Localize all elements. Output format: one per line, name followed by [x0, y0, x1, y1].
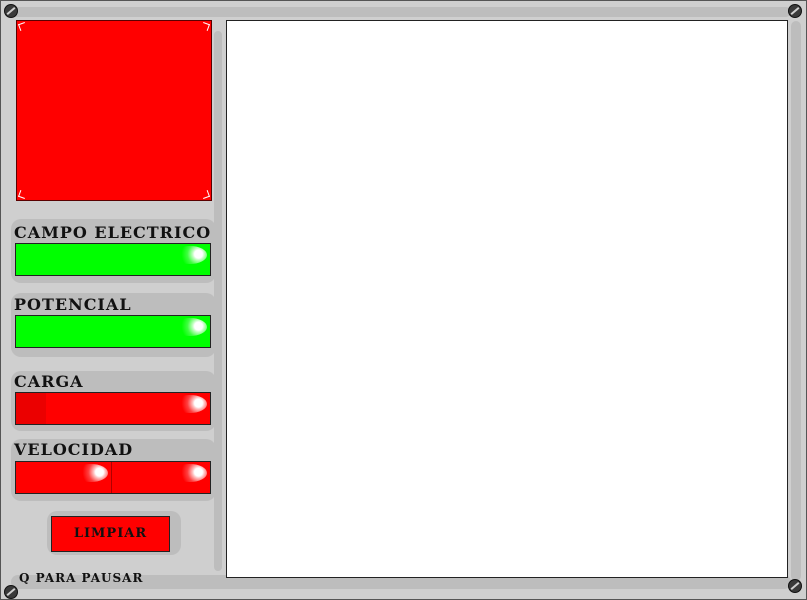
campo-electrico-label: CAMPO ELECTRICO: [14, 223, 212, 242]
corner-mark-icon: [18, 190, 27, 199]
potencial-label: POTENCIAL: [14, 295, 132, 314]
frame-smear-right: [791, 21, 801, 581]
app-frame: CAMPO ELECTRICO POTENCIAL CARGA VELOCIDA…: [0, 0, 807, 600]
charge-preview: [16, 20, 212, 201]
carga-label: CARGA: [14, 372, 84, 391]
campo-electrico-toggle[interactable]: [15, 243, 211, 276]
velocidad-control: [15, 461, 211, 494]
carga-toggle[interactable]: [15, 392, 211, 425]
glow-icon: [173, 395, 207, 413]
glow-icon: [74, 464, 108, 482]
screw-icon: [4, 4, 18, 18]
frame-smear-top: [11, 7, 791, 17]
velocidad-increase-button[interactable]: [112, 462, 210, 493]
screw-icon: [788, 579, 802, 593]
corner-mark-icon: [201, 190, 210, 199]
screw-icon: [4, 585, 18, 599]
glow-icon: [173, 464, 207, 482]
glow-icon: [173, 318, 207, 336]
limpiar-button[interactable]: LIMPIAR: [51, 516, 170, 552]
corner-mark-icon: [18, 22, 27, 31]
corner-mark-icon: [201, 22, 210, 31]
screw-icon: [788, 4, 802, 18]
velocidad-decrease-button[interactable]: [16, 462, 112, 493]
glow-icon: [173, 246, 207, 264]
bar-shade: [16, 393, 46, 424]
velocidad-label: VELOCIDAD: [14, 440, 134, 459]
simulation-canvas[interactable]: [226, 20, 788, 578]
pause-hint: Q PARA PAUSAR: [19, 571, 144, 585]
potencial-toggle[interactable]: [15, 315, 211, 348]
